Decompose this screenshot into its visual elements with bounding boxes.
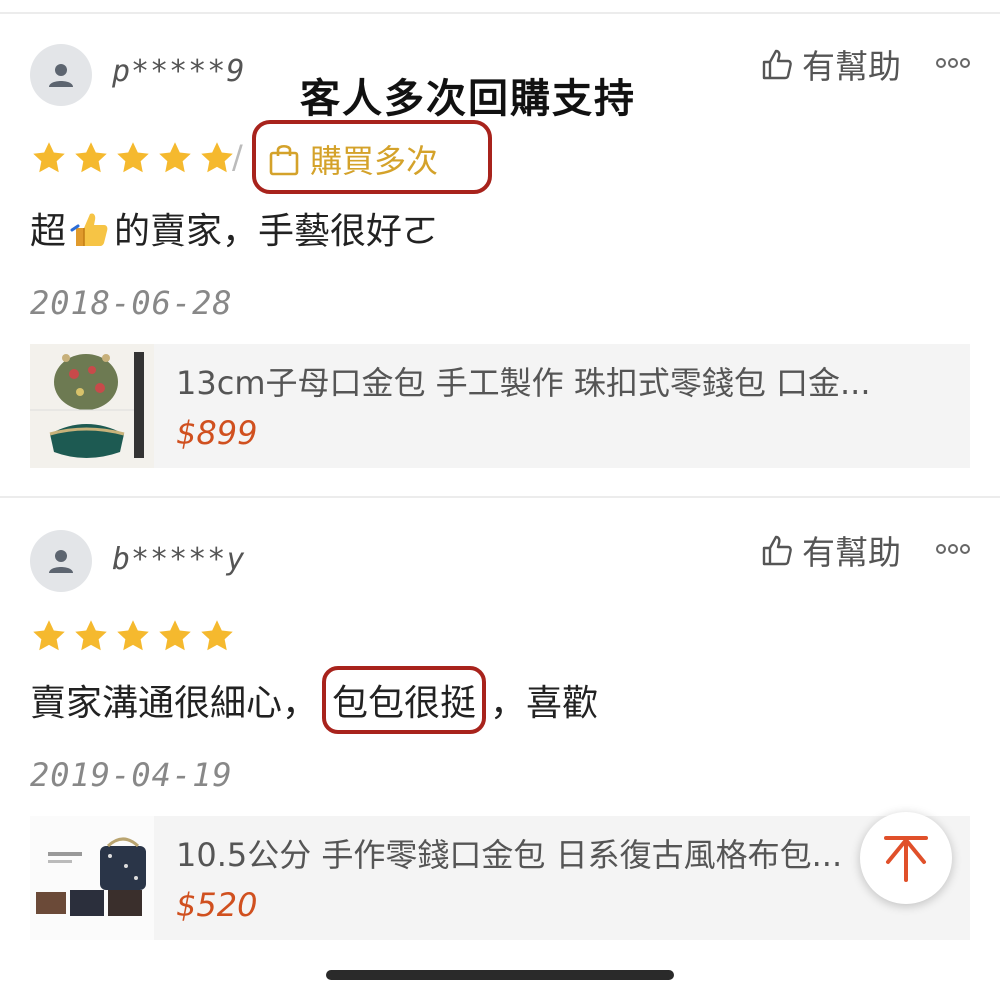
user-icon	[49, 550, 73, 573]
comment-text: 的賣家，手藝很好ㄛ	[114, 211, 439, 252]
helpful-button[interactable]: 有幫助	[760, 526, 901, 574]
product-title: 13cm子母口金包 手工製作 珠扣式零錢包 口金...	[176, 364, 871, 402]
review-username: p*****9	[112, 54, 246, 89]
separator: /	[232, 138, 243, 176]
product-thumbnail	[30, 816, 154, 940]
star-icon	[201, 142, 233, 173]
user-icon	[49, 64, 73, 87]
comment-text: ，喜歡	[490, 683, 599, 724]
comment-highlight: 包包很挺	[322, 666, 487, 734]
more-options-button[interactable]	[936, 544, 970, 554]
helpful-label: 有幫助	[802, 47, 901, 86]
shopping-bag-icon	[269, 144, 299, 176]
star-icon	[33, 142, 65, 173]
star-rating	[30, 140, 236, 176]
home-indicator[interactable]	[326, 970, 674, 980]
thumbs-up-outline-icon	[762, 49, 792, 80]
star-icon	[201, 620, 233, 651]
product-price: $520	[176, 886, 258, 924]
review-item: p*****9 客人多次回購支持 有幫助 / 購買多次 超 的賣家，手藝很好ㄛ …	[0, 0, 1000, 490]
arrow-up-icon	[884, 836, 928, 882]
product-thumbnail	[30, 344, 154, 468]
helpful-label: 有幫助	[802, 533, 901, 572]
comment-text: 賣家溝通很細心，	[30, 683, 319, 724]
star-icon	[117, 142, 149, 173]
star-icon	[117, 620, 149, 651]
scroll-to-top-button[interactable]	[860, 812, 952, 904]
review-item: b*****y 有幫助 賣家溝通很細心， 包包很挺 ，喜歡 2019-04-19	[0, 500, 1000, 960]
product-title: 10.5公分 手作零錢口金包 日系復古風格布包...	[176, 836, 843, 874]
star-icon	[159, 620, 191, 651]
thumbs-up-emoji-icon	[70, 213, 108, 246]
more-dots-icon	[936, 58, 946, 68]
review-date: 2019-04-19	[30, 756, 233, 794]
avatar[interactable]	[30, 44, 92, 106]
product-price: $899	[176, 414, 258, 452]
product-card[interactable]: 10.5公分 手作零錢口金包 日系復古風格布包... $520	[30, 816, 970, 940]
comment-text: 超	[30, 211, 67, 252]
star-icon	[75, 620, 107, 651]
star-icon	[75, 142, 107, 173]
review-username: b*****y	[112, 542, 246, 577]
product-card[interactable]: 13cm子母口金包 手工製作 珠扣式零錢包 口金... $899	[30, 344, 970, 468]
star-icon	[33, 620, 65, 651]
badge-label: 購買多次	[310, 142, 439, 180]
more-dots-icon	[936, 544, 946, 554]
more-options-button[interactable]	[936, 58, 970, 68]
helpful-button[interactable]: 有幫助	[760, 40, 901, 88]
star-rating	[30, 618, 236, 654]
thumbs-up-outline-icon	[762, 535, 792, 566]
review-date: 2018-06-28	[30, 284, 233, 322]
section-divider	[0, 496, 1000, 498]
review-comment: 賣家溝通很細心， 包包很挺 ，喜歡	[30, 666, 598, 734]
annotation-text: 客人多次回購支持	[300, 75, 636, 122]
avatar[interactable]	[30, 530, 92, 592]
review-comment: 超 的賣家，手藝很好ㄛ	[30, 202, 438, 254]
star-icon	[159, 142, 191, 173]
repeat-purchase-badge: 購買多次	[268, 136, 438, 182]
